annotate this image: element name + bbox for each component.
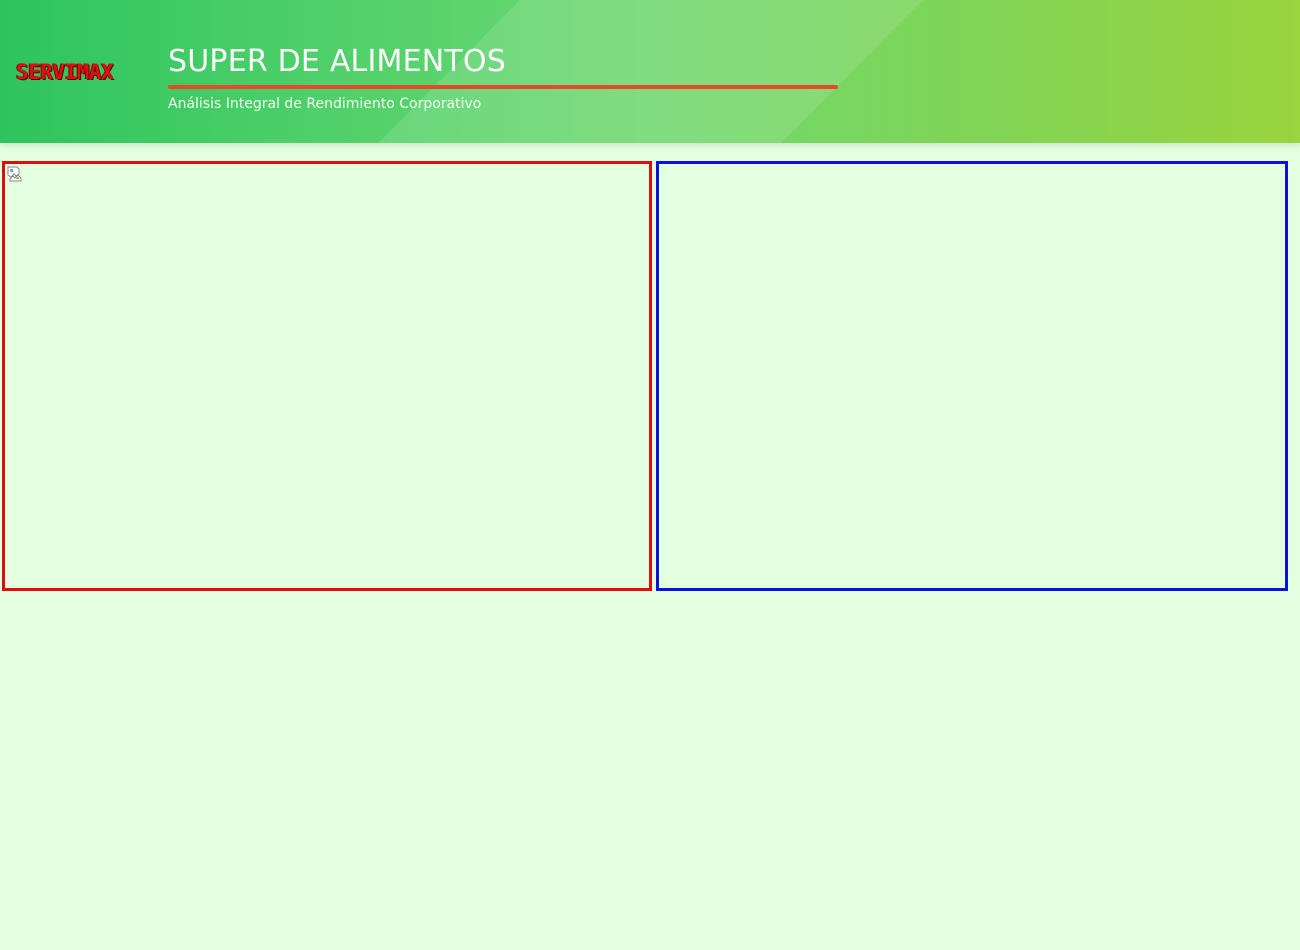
left-panel (2, 161, 652, 591)
page-title: SUPER DE ALIMENTOS (168, 44, 506, 79)
right-panel (656, 161, 1288, 591)
header-banner: SERVIMAX SUPER DE ALIMENTOS Análisis Int… (0, 0, 1300, 143)
broken-image-icon (7, 166, 22, 182)
page-subtitle: Análisis Integral de Rendimiento Corpora… (168, 96, 482, 112)
servimax-logo: SERVIMAX (16, 60, 114, 84)
title-underline (168, 85, 838, 89)
